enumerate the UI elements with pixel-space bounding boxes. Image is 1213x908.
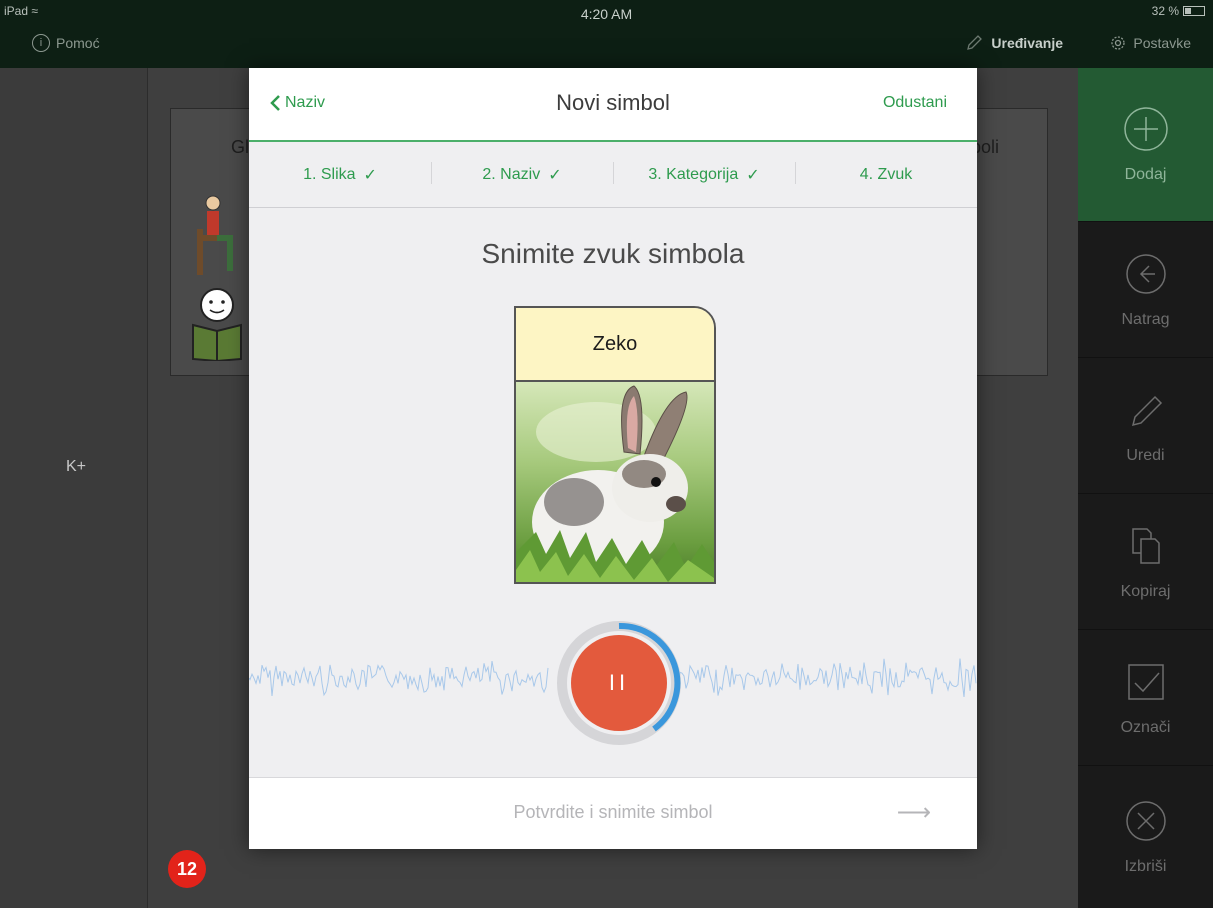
step-sound[interactable]: 4. Zvuk <box>795 142 977 207</box>
battery-icon <box>1183 6 1205 16</box>
step-image[interactable]: 1. Slika ✓ <box>249 142 431 207</box>
symbol-preview-card: Zeko <box>514 306 716 584</box>
x-circle-icon <box>1125 801 1166 841</box>
confirm-save-button[interactable]: Potvrdite i snimite simbol <box>249 802 977 823</box>
edit-tool-button[interactable]: Uredi <box>1078 358 1213 494</box>
symbol-label: Zeko <box>516 308 714 382</box>
record-prompt: Snimite zvuk simbola <box>481 238 745 269</box>
card-title: Gl <box>231 137 249 157</box>
plus-circle-icon <box>1123 106 1168 151</box>
copy-tool-button[interactable]: Kopiraj <box>1078 494 1213 630</box>
rabbit-image <box>516 382 714 582</box>
cancel-button[interactable]: Odustani <box>883 94 947 112</box>
keyboard-label[interactable]: K+ <box>66 458 86 476</box>
add-button[interactable]: Dodaj <box>1078 68 1213 222</box>
sitting-person-icon <box>197 195 233 275</box>
help-button[interactable]: i Pomoć <box>32 34 100 52</box>
pencil-icon <box>967 35 983 50</box>
reading-person-icon <box>192 288 242 361</box>
mark-tool-button[interactable]: Označi <box>1078 630 1213 766</box>
back-tool-button[interactable]: Natrag <box>1078 222 1213 358</box>
editing-toggle[interactable]: Uređivanje <box>965 34 1063 52</box>
delete-tool-button[interactable]: Izbriši <box>1078 766 1213 908</box>
status-bar: iPad ≈ 4:20 AM 32 % i Pomoć Uređivanje P… <box>0 0 1213 68</box>
rabbit-illustration <box>516 385 714 582</box>
info-icon: i <box>32 34 50 52</box>
step-category[interactable]: 3. Kategorija ✓ <box>613 142 795 207</box>
right-toolbar: Dodaj Natrag Uredi Kopiraj Označi Izbriš… <box>1078 68 1213 908</box>
check-icon: ✓ <box>548 166 562 184</box>
status-time: 4:20 AM <box>580 6 633 22</box>
pause-record-button[interactable]: II <box>571 635 667 731</box>
arrow-right-icon[interactable]: ⟶ <box>897 798 931 827</box>
gear-icon <box>1111 36 1126 50</box>
checkbox-icon <box>1127 663 1164 700</box>
battery-indicator: 32 % <box>1152 4 1205 18</box>
pencil-icon <box>1131 395 1162 426</box>
dialog-title: Novi simbol <box>556 90 670 115</box>
copy-icon <box>1131 527 1160 564</box>
new-symbol-dialog: Naziv Novi simbol Odustani 1. Slika ✓ 2.… <box>249 68 977 849</box>
dialog-header: Naziv Novi simbol Odustani <box>249 68 977 142</box>
step-name[interactable]: 2. Naziv ✓ <box>431 142 613 207</box>
dialog-footer: Potvrdite i snimite simbol ⟶ <box>249 777 977 849</box>
check-icon: ✓ <box>746 166 760 184</box>
notification-badge[interactable]: 12 <box>168 850 206 888</box>
check-icon: ✓ <box>363 166 377 184</box>
arrow-left-circle-icon <box>1125 253 1166 294</box>
category-sidebar: K+ <box>0 68 148 908</box>
settings-button[interactable]: Postavke <box>1109 34 1191 52</box>
step-tabs: 1. Slika ✓ 2. Naziv ✓ 3. Kategorija ✓ 4.… <box>249 142 977 208</box>
